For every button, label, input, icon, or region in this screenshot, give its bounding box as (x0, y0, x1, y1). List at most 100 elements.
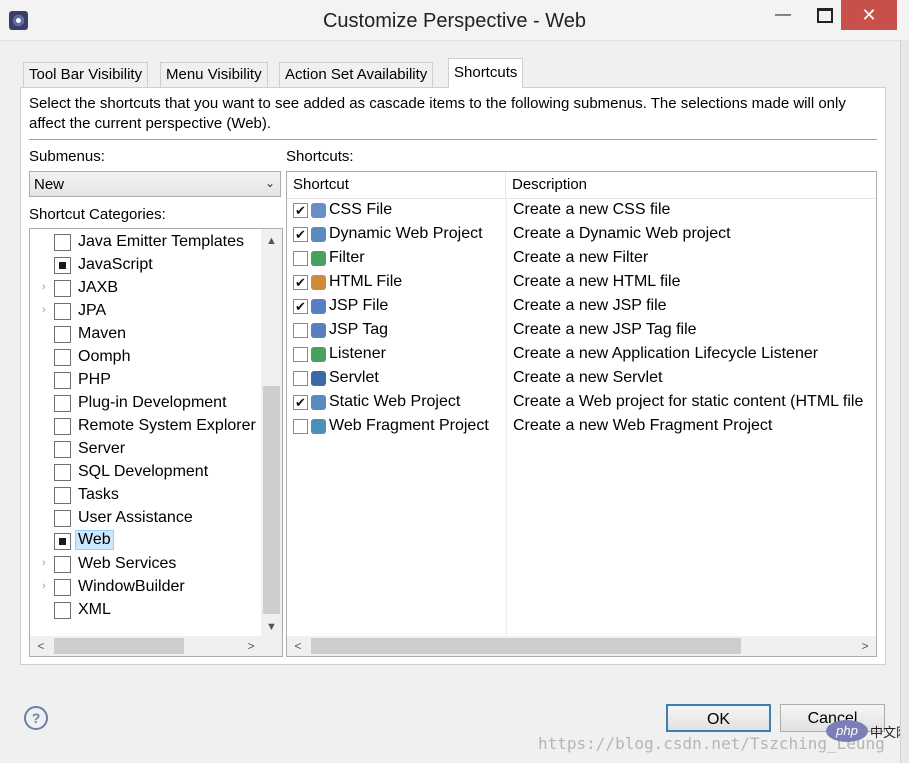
category-item[interactable]: Plug-in Development (30, 392, 260, 415)
category-label: PHP (78, 371, 111, 388)
category-checkbox[interactable] (54, 326, 71, 343)
category-item[interactable]: › JAXB (30, 277, 260, 300)
scroll-right-icon[interactable]: > (242, 636, 260, 656)
category-item[interactable]: User Assistance (30, 507, 260, 530)
category-checkbox[interactable] (54, 579, 71, 596)
scroll-thumb[interactable] (311, 638, 741, 654)
scroll-left-icon[interactable]: < (289, 636, 307, 656)
shortcut-checkbox[interactable] (293, 323, 308, 338)
shortcuts-table[interactable]: Shortcut Description ✔ CSS File Create a n… (286, 171, 877, 657)
shortcut-row[interactable]: Listener Create a new Application Lifecyc… (287, 343, 876, 367)
category-checkbox[interactable] (54, 418, 71, 435)
expand-chevron-icon[interactable]: › (42, 304, 46, 316)
category-checkbox[interactable] (54, 533, 71, 550)
tab-action-set-availability[interactable]: Action Set Availability (279, 62, 434, 87)
submenus-combo[interactable]: New ⌄ (29, 171, 281, 197)
category-item[interactable]: › WindowBuilder (30, 576, 260, 599)
scroll-thumb[interactable] (263, 386, 280, 614)
category-checkbox[interactable] (54, 602, 71, 619)
shortcuts-horizontal-scrollbar[interactable]: < > (287, 636, 876, 656)
shortcut-row[interactable]: JSP Tag Create a new JSP Tag file (287, 319, 876, 343)
shortcut-checkbox[interactable] (293, 419, 308, 434)
shortcut-name: Static Web Project (329, 393, 461, 410)
shortcut-row[interactable]: ✔ Static Web Project Create a Web project … (287, 391, 876, 415)
category-item[interactable]: › JPA (30, 300, 260, 323)
category-item[interactable]: Server (30, 438, 260, 461)
scroll-thumb[interactable] (54, 638, 184, 654)
expand-chevron-icon[interactable]: › (42, 580, 46, 592)
web-fragment-project-icon (311, 419, 326, 434)
shortcut-checkbox[interactable]: ✔ (293, 275, 308, 290)
category-checkbox[interactable] (54, 441, 71, 458)
shortcut-checkbox[interactable] (293, 251, 308, 266)
shortcut-row[interactable]: Web Fragment Project Create a new Web Fra… (287, 415, 876, 439)
background-window-edge (900, 40, 909, 763)
shortcut-checkbox[interactable]: ✔ (293, 227, 308, 242)
minimize-button[interactable]: — (764, 0, 802, 30)
submenus-label: Submenus: (29, 148, 105, 165)
category-label: JavaScript (78, 256, 153, 273)
category-item[interactable]: Web (30, 530, 260, 553)
jsp-tag-icon (311, 323, 326, 338)
category-checkbox[interactable] (54, 349, 71, 366)
category-item[interactable]: PHP (30, 369, 260, 392)
category-item[interactable]: Remote System Explorer (30, 415, 260, 438)
category-checkbox[interactable] (54, 487, 71, 504)
category-checkbox[interactable] (54, 303, 71, 320)
shortcut-row[interactable]: ✔ CSS File Create a new CSS file (287, 199, 876, 223)
shortcut-checkbox[interactable] (293, 347, 308, 362)
category-item[interactable]: JavaScript (30, 254, 260, 277)
scroll-up-icon[interactable]: ▲ (261, 232, 282, 250)
separator (29, 139, 877, 140)
category-item[interactable]: Tasks (30, 484, 260, 507)
category-checkbox[interactable] (54, 280, 71, 297)
categories-vertical-scrollbar[interactable]: ▲ ▼ (261, 229, 282, 636)
close-button[interactable]: ✕ (841, 0, 897, 30)
shortcut-checkbox[interactable]: ✔ (293, 299, 308, 314)
tab-tool-bar-visibility[interactable]: Tool Bar Visibility (23, 62, 149, 87)
shortcut-row[interactable]: Filter Create a new Filter (287, 247, 876, 271)
title-bar[interactable]: Customize Perspective - Web — ✕ (0, 0, 909, 41)
scroll-down-icon[interactable]: ▼ (261, 618, 282, 636)
category-item[interactable]: Oomph (30, 346, 260, 369)
scroll-left-icon[interactable]: < (32, 636, 50, 656)
shortcut-row[interactable]: ✔ JSP File Create a new JSP file (287, 295, 876, 319)
category-checkbox[interactable] (54, 464, 71, 481)
category-label: XML (78, 601, 111, 618)
shortcut-row[interactable]: ✔ HTML File Create a new HTML file (287, 271, 876, 295)
shortcut-row[interactable]: Servlet Create a new Servlet (287, 367, 876, 391)
category-item[interactable]: XML (30, 599, 260, 622)
help-icon[interactable]: ? (24, 706, 48, 730)
category-item[interactable]: Maven (30, 323, 260, 346)
shortcut-checkbox[interactable]: ✔ (293, 203, 308, 218)
category-item[interactable]: SQL Development (30, 461, 260, 484)
category-item[interactable]: › Web Services (30, 553, 260, 576)
scroll-right-icon[interactable]: > (856, 636, 874, 656)
category-checkbox[interactable] (54, 510, 71, 527)
shortcut-description: Create a Web project for static content … (513, 393, 864, 410)
category-checkbox[interactable] (54, 257, 71, 274)
category-label: WindowBuilder (78, 578, 185, 595)
shortcut-row[interactable]: ✔ Dynamic Web Project Create a Dynamic Web… (287, 223, 876, 247)
tab-shortcuts[interactable]: Shortcuts (448, 58, 524, 88)
category-checkbox[interactable] (54, 395, 71, 412)
column-header-shortcut[interactable]: Shortcut (287, 172, 506, 199)
category-checkbox[interactable] (54, 234, 71, 251)
expand-chevron-icon[interactable]: › (42, 557, 46, 569)
shortcut-name: Dynamic Web Project (329, 225, 483, 242)
shortcut-name: JSP File (329, 297, 389, 314)
tab-menu-visibility[interactable]: Menu Visibility (160, 62, 268, 87)
categories-tree[interactable]: Java Emitter Templates JavaScript › JAXB › JP… (29, 228, 283, 657)
shortcut-checkbox[interactable] (293, 371, 308, 386)
category-checkbox[interactable] (54, 372, 71, 389)
ok-button[interactable]: OK (666, 704, 771, 732)
filter-icon (311, 251, 326, 266)
category-item[interactable]: Java Emitter Templates (30, 231, 260, 254)
column-header-description[interactable]: Description (506, 172, 876, 199)
servlet-icon (311, 371, 326, 386)
shortcut-checkbox[interactable]: ✔ (293, 395, 308, 410)
maximize-button[interactable] (806, 0, 844, 30)
category-checkbox[interactable] (54, 556, 71, 573)
expand-chevron-icon[interactable]: › (42, 281, 46, 293)
categories-horizontal-scrollbar[interactable]: < > (30, 636, 282, 656)
